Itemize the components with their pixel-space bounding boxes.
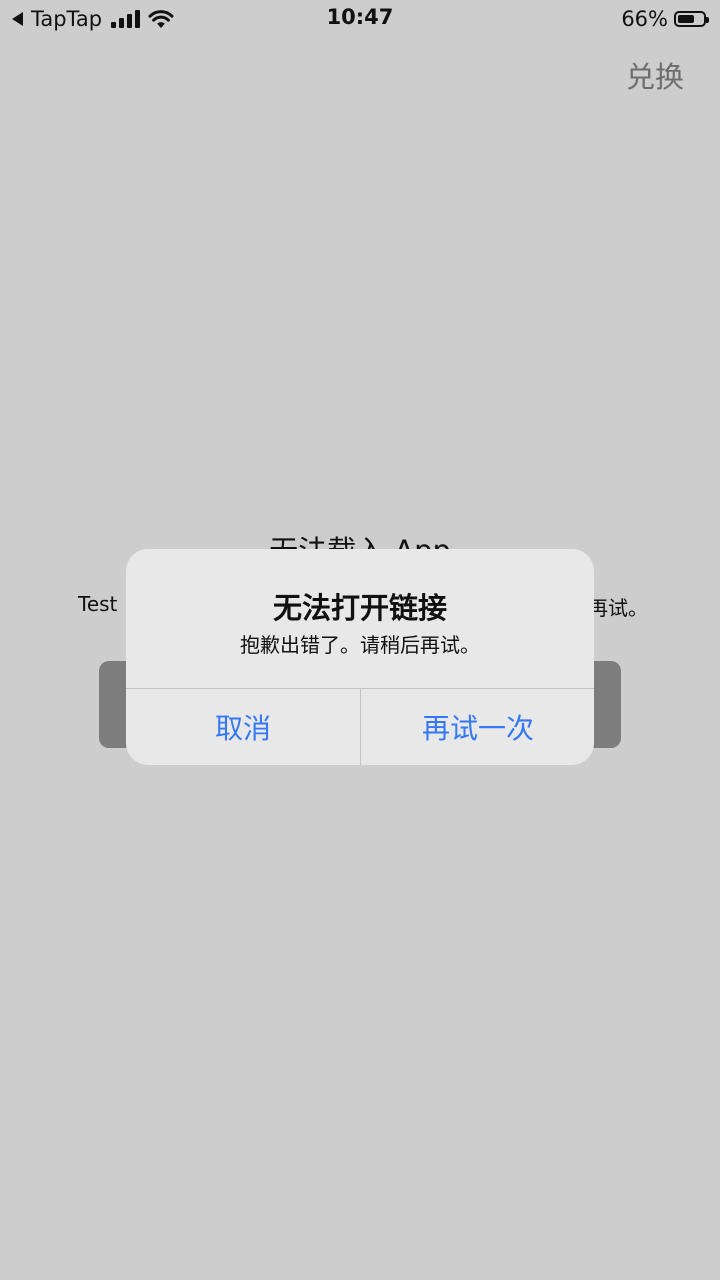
battery-status: 66% xyxy=(621,6,709,32)
battery-percent: 66% xyxy=(621,7,668,31)
clock: 10:47 xyxy=(326,5,394,29)
load-error-message-start: Test xyxy=(78,592,118,616)
status-bar: TapTap 10:47 66% xyxy=(0,0,720,38)
retry-button[interactable]: 再试一次 xyxy=(361,689,594,765)
redeem-button[interactable]: 兑换 xyxy=(626,54,684,96)
screen: TapTap 10:47 66% 兑换 无法载入 App Test 再试。 xyxy=(0,0,720,1280)
battery-fill xyxy=(678,15,694,23)
alert-message: 抱歉出错了。请稍后再试。 xyxy=(240,633,480,657)
battery-icon xyxy=(674,11,709,27)
load-error-message-end: 再试。 xyxy=(588,596,648,620)
cancel-button[interactable]: 取消 xyxy=(126,689,360,765)
alert-dialog: 无法打开链接 抱歉出错了。请稍后再试。 取消 再试一次 xyxy=(126,549,594,765)
alert-title: 无法打开链接 xyxy=(272,591,447,625)
